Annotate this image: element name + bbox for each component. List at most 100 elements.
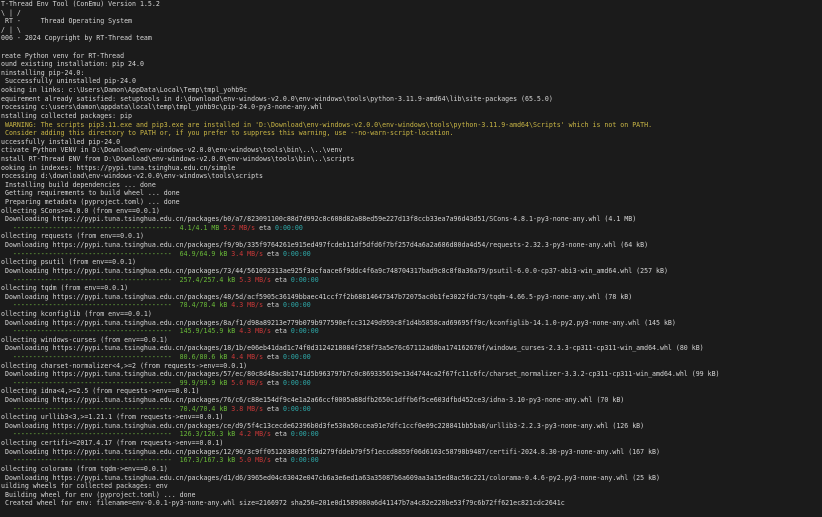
progress-line: ----------------------------------------…: [1, 430, 822, 439]
progress-line: ----------------------------------------…: [1, 250, 822, 259]
output-line: uilding wheels for collected packages: e…: [1, 482, 168, 491]
output-line: ooking in links: c:\Users\Damon\AppData\…: [1, 86, 248, 95]
output-line: Preparing metadata (pyproject.toml) ... …: [1, 198, 180, 207]
output-line: nstall RT-Thread ENV from D:\Download\en…: [1, 154, 355, 163]
output-line: RT - Thread Operating System: [1, 17, 133, 26]
warning-line: Consider adding this directory to PATH o…: [1, 129, 454, 138]
eta-label: eta: [274, 327, 287, 336]
output-line: Installing build dependencies ... done: [1, 180, 156, 189]
output-line: Downloading https://pypi.tuna.tsinghua.e…: [1, 473, 660, 482]
output-line: ooking in indexes: https://pypi.tuna.tsi…: [1, 163, 236, 172]
eta-label: eta: [267, 352, 279, 361]
output-line: nstalling collected packages: pip: [1, 111, 133, 120]
eta-value: 0:00:00: [290, 456, 319, 465]
progress-bar: ----------------------------------------: [1, 327, 176, 336]
eta-label: eta: [259, 223, 272, 232]
progress-bar: ----------------------------------------: [1, 223, 176, 232]
progress-bar: ----------------------------------------: [1, 352, 176, 361]
eta-label: eta: [267, 249, 279, 258]
progress-line: ----------------------------------------…: [1, 301, 822, 310]
progress-line: ----------------------------------------…: [1, 353, 822, 362]
download-size: 4.1/4.1 MB: [179, 223, 220, 232]
eta-label: eta: [267, 378, 279, 387]
output-line: 006 - 2024 Copyright by RT-Thread team: [1, 34, 152, 43]
output-line: ollecting idna<4,>=2.5 (from requests->e…: [1, 387, 200, 396]
output-line: \ | /: [1, 8, 21, 17]
download-rate: 5.2 MB/s: [223, 223, 256, 232]
progress-line: ----------------------------------------…: [1, 405, 822, 414]
output-line: ollecting psutil (from env==0.0.1): [1, 258, 136, 267]
download-rate: 4.3 MB/s: [239, 327, 271, 336]
progress-line: ----------------------------------------…: [1, 224, 822, 233]
download-size: 257.4/257.4 kB: [179, 275, 236, 284]
output-line: Downloading https://pypi.tuna.tsinghua.e…: [1, 318, 676, 327]
progress-bar: ----------------------------------------: [1, 404, 176, 413]
warning-line: WARNING: The scripts pip3.11.exe and pip…: [1, 120, 653, 129]
eta-label: eta: [274, 430, 287, 439]
download-size: 99.9/99.9 kB: [179, 378, 228, 387]
eta-value: 0:00:00: [282, 301, 311, 310]
progress-bar: ----------------------------------------: [1, 301, 176, 310]
output-line: uccessfully installed pip-24.0: [1, 137, 121, 146]
terminal-output[interactable]: T-Thread Env Tool (ConEmu) Version 1.5.2…: [0, 0, 822, 517]
download-rate: 4.4 MB/s: [231, 352, 264, 361]
output-line: ollecting SCons>=4.0.0 (from env==0.0.1): [1, 206, 160, 215]
eta-label: eta: [274, 456, 287, 465]
output-line: Downloading https://pypi.tuna.tsinghua.e…: [1, 215, 637, 224]
eta-value: 0:00:00: [275, 223, 303, 232]
output-line: Getting requirements to build wheel ... …: [1, 189, 180, 198]
progress-bar: ----------------------------------------: [1, 275, 176, 284]
eta-label: eta: [267, 404, 279, 413]
output-line: T-Thread Env Tool (ConEmu) Version 1.5.2: [1, 0, 160, 8]
output-line: Downloading https://pypi.tuna.tsinghua.e…: [1, 292, 633, 301]
download-size: 145.9/145.9 kB: [179, 327, 236, 336]
eta-value: 0:00:00: [282, 249, 311, 258]
output-line: Downloading https://pypi.tuna.tsinghua.e…: [1, 266, 668, 275]
output-line: equirement already satisfied: setuptools…: [1, 94, 553, 103]
progress-line: ----------------------------------------…: [1, 327, 822, 336]
eta-value: 0:00:00: [290, 275, 319, 284]
output-line: Downloading https://pypi.tuna.tsinghua.e…: [1, 344, 704, 353]
output-line: Downloading https://pypi.tuna.tsinghua.e…: [1, 396, 625, 405]
output-line: reate Python venv for RT-Thread: [1, 51, 125, 60]
download-rate: 3.4 MB/s: [231, 249, 264, 258]
output-line: ollecting urllib3<3,>=1.21.1 (from reque…: [1, 413, 224, 422]
eta-value: 0:00:00: [282, 378, 311, 387]
progress-bar: ----------------------------------------: [1, 456, 176, 465]
output-line: ollecting kconfiglib (from env==0.0.1): [1, 309, 152, 318]
progress-bar: ----------------------------------------: [1, 430, 176, 439]
output-line: ctivate Python VENV in D:\Download\env-w…: [1, 146, 343, 155]
download-rate: 5.6 MB/s: [231, 378, 264, 387]
output-line: / | \: [1, 25, 21, 34]
progress-line: ----------------------------------------…: [1, 276, 822, 285]
output-line: Downloading https://pypi.tuna.tsinghua.e…: [1, 447, 660, 456]
progress-bar: ----------------------------------------: [1, 378, 176, 387]
output-line: ollecting tqdm (from env==0.0.1): [1, 284, 129, 293]
download-rate: 5.0 MB/s: [239, 456, 271, 465]
output-line: rocessing d:\download\env-windows-v2.0.0…: [1, 172, 264, 181]
download-size: 78.4/78.4 kB: [179, 301, 228, 310]
progress-line: ----------------------------------------…: [1, 379, 822, 388]
eta-value: 0:00:00: [290, 327, 319, 336]
output-line: ollecting colorama (from tqdm->env==0.0.…: [1, 464, 168, 473]
download-rate: 4.3 MB/s: [231, 301, 264, 310]
progress-bar: ----------------------------------------: [1, 249, 176, 258]
output-line: ollecting certifi>=2017.4.17 (from reque…: [1, 439, 224, 448]
download-size: 126.3/126.3 kB: [179, 430, 236, 439]
output-line: Created wheel for env: filename=env-0.0.…: [1, 499, 565, 508]
output-line: Downloading https://pypi.tuna.tsinghua.e…: [1, 241, 649, 250]
download-size: 80.6/80.6 kB: [179, 352, 228, 361]
progress-line: ----------------------------------------…: [1, 456, 822, 465]
download-rate: 5.3 MB/s: [239, 275, 271, 284]
output-line: ninstalling pip-24.0:: [1, 68, 85, 77]
eta-label: eta: [267, 301, 279, 310]
eta-label: eta: [274, 275, 287, 284]
download-rate: 3.8 MB/s: [231, 404, 264, 413]
download-size: 167.3/167.3 kB: [179, 456, 236, 465]
eta-value: 0:00:00: [282, 352, 311, 361]
output-line: ound existing installation: pip 24.0: [1, 60, 144, 69]
output-line: ollecting requests (from env==0.0.1): [1, 232, 144, 241]
output-line: Successfully uninstalled pip-24.0: [1, 77, 136, 86]
download-rate: 4.2 MB/s: [239, 430, 271, 439]
